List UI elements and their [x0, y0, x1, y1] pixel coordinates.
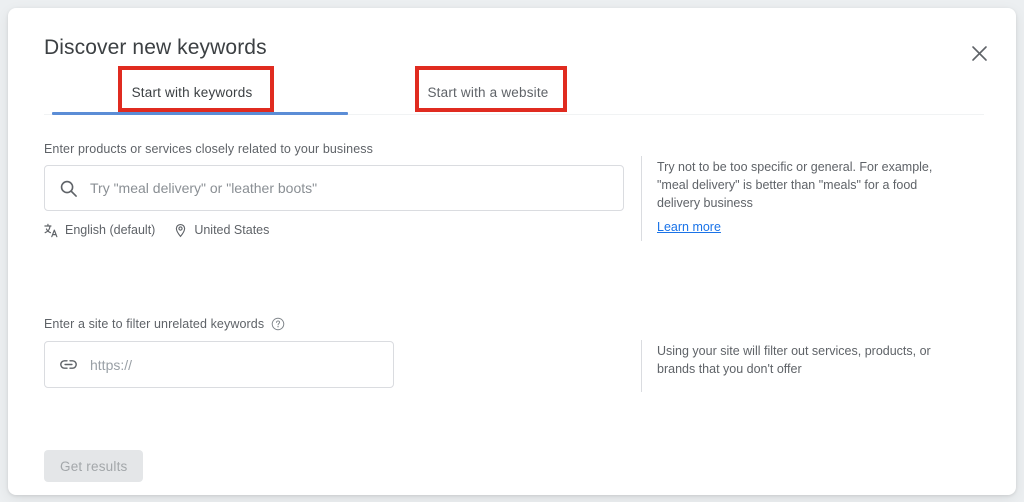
keywords-input-container[interactable] — [44, 165, 624, 211]
site-field-label-row: Enter a site to filter unrelated keyword… — [44, 317, 285, 331]
keywords-field-label: Enter products or services closely relat… — [44, 142, 373, 156]
keywords-meta-row: English (default) United States — [44, 220, 269, 240]
help-circle-icon[interactable] — [271, 317, 285, 331]
location-pin-icon — [173, 223, 188, 238]
get-results-button[interactable]: Get results — [44, 450, 144, 482]
close-button[interactable] — [964, 38, 994, 68]
keywords-search-input[interactable] — [90, 180, 611, 196]
close-icon — [971, 45, 988, 62]
tab-start-with-keywords[interactable]: Start with keywords — [44, 70, 340, 114]
language-selector[interactable]: English (default) — [44, 223, 155, 238]
tab-start-with-a-website[interactable]: Start with a website — [340, 70, 636, 114]
keywords-helper-text: Try not to be too specific or general. F… — [657, 160, 933, 210]
keywords-helper-divider — [641, 156, 642, 241]
tab-label: Start with a website — [427, 84, 549, 100]
site-url-input[interactable] — [90, 356, 381, 373]
language-label: English (default) — [65, 223, 156, 237]
location-label: United States — [194, 223, 270, 237]
site-helper-text: Using your site will filter out services… — [657, 344, 931, 376]
site-helper-divider — [641, 340, 642, 392]
learn-more-link[interactable]: Learn more — [657, 220, 721, 234]
search-icon — [59, 179, 78, 198]
translate-icon — [44, 223, 59, 238]
site-input-container[interactable] — [44, 341, 394, 388]
tab-bar: Start with keywords Start with a website — [44, 70, 984, 116]
location-selector[interactable]: United States — [173, 223, 269, 238]
link-icon — [59, 355, 78, 374]
discover-keywords-dialog: Discover new keywords Start with keyword… — [8, 8, 1016, 495]
page-title: Discover new keywords — [44, 36, 267, 59]
get-results-label: Get results — [60, 458, 128, 474]
site-field-label: Enter a site to filter unrelated keyword… — [44, 317, 265, 331]
tab-active-indicator — [52, 112, 348, 115]
tab-label: Start with keywords — [131, 84, 253, 100]
